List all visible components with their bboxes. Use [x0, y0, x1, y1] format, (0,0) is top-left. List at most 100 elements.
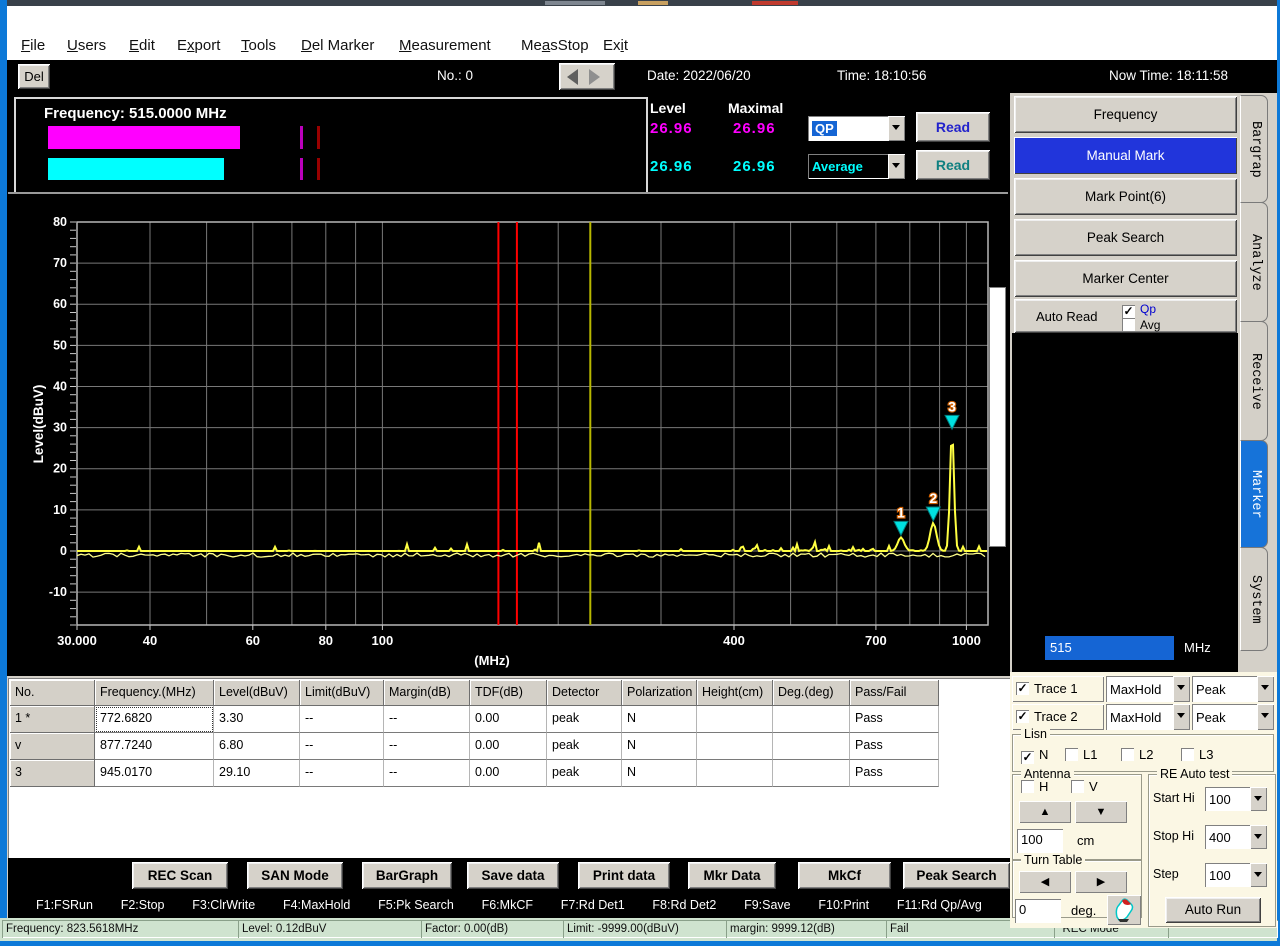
re-start-hi-select[interactable]: 100	[1205, 787, 1267, 811]
lisn-n-checkbox[interactable]: ✓	[1021, 751, 1034, 764]
detector2-select[interactable]: Average	[808, 154, 905, 179]
sidebar-button-mark-point-6-[interactable]: Mark Point(6)	[1014, 178, 1237, 215]
table-cell[interactable]: N	[622, 733, 697, 760]
table-cell[interactable]	[773, 706, 850, 733]
detector2-dropdown-icon[interactable]	[888, 154, 905, 179]
table-cell[interactable]: N	[622, 760, 697, 787]
trace-2-detector-select[interactable]: Peak	[1192, 704, 1274, 730]
fkey-f11[interactable]: F11:Rd Qp/Avg	[897, 893, 982, 918]
sidebar-button-marker-center[interactable]: Marker Center	[1014, 260, 1237, 297]
next-record-icon[interactable]	[589, 69, 600, 85]
antenna-height-input[interactable]: 100	[1017, 829, 1063, 853]
dropdown-icon[interactable]	[1257, 676, 1274, 702]
tab-receive[interactable]: Receive	[1240, 321, 1268, 441]
menu-item-measstop[interactable]: MeasStop	[521, 37, 589, 54]
trace-2-mode-select[interactable]: MaxHold	[1106, 704, 1190, 730]
table-cell[interactable]: Pass	[850, 733, 939, 760]
menu-item-export[interactable]: Export	[177, 37, 220, 54]
table-cell[interactable]: 0.00	[470, 733, 547, 760]
turntable-left-button[interactable]: ◀	[1019, 871, 1071, 893]
tab-system[interactable]: System	[1240, 547, 1268, 651]
table-cell[interactable]: peak	[547, 733, 622, 760]
table-cell[interactable]: --	[300, 760, 384, 787]
table-cell[interactable]: 772.6820	[95, 706, 214, 733]
table-cell[interactable]: peak	[547, 706, 622, 733]
button-save-data[interactable]: Save data	[467, 862, 559, 889]
turntable-angle-input[interactable]: 0	[1015, 899, 1061, 923]
table-cell[interactable]: N	[622, 706, 697, 733]
trace-toggle-1[interactable]: ✓Trace 1	[1012, 676, 1104, 702]
sidebar-button-frequency[interactable]: Frequency	[1014, 96, 1237, 133]
table-cell[interactable]: 0.00	[470, 706, 547, 733]
antenna-up-button[interactable]: ▲	[1019, 801, 1071, 823]
table-cell[interactable]	[697, 706, 773, 733]
antenna-h-checkbox[interactable]	[1021, 780, 1034, 793]
dropdown-icon[interactable]	[1250, 825, 1267, 849]
lisn-l2-checkbox[interactable]	[1121, 748, 1134, 761]
menu-item-exit[interactable]: Exit	[603, 37, 628, 54]
tab-marker[interactable]: Marker	[1240, 440, 1268, 548]
del-button[interactable]: Del	[18, 64, 50, 89]
fkey-f5[interactable]: F5:Pk Search	[378, 893, 454, 918]
table-cell[interactable]: --	[300, 733, 384, 760]
dropdown-icon[interactable]	[1250, 863, 1267, 887]
fkey-f4[interactable]: F4:MaxHold	[283, 893, 350, 918]
trace-1-mode-select[interactable]: MaxHold	[1106, 676, 1190, 702]
trace-1-detector-select[interactable]: Peak	[1192, 676, 1274, 702]
menu-item-edit[interactable]: Edit	[129, 37, 155, 54]
table-cell[interactable]: 877.7240	[95, 733, 214, 760]
dropdown-icon[interactable]	[1173, 704, 1190, 730]
table-cell[interactable]: 3.30	[214, 706, 300, 733]
button-rec-scan[interactable]: REC Scan	[132, 862, 228, 889]
menu-item-users[interactable]: Users	[67, 37, 106, 54]
button-print-data[interactable]: Print data	[578, 862, 670, 889]
table-cell[interactable]: --	[384, 760, 470, 787]
table-cell[interactable]: 6.80	[214, 733, 300, 760]
fkey-f7[interactable]: F7:Rd Det1	[561, 893, 625, 918]
table-cell[interactable]: 945.0170	[95, 760, 214, 787]
fkey-f1[interactable]: F1:FSRun	[36, 893, 93, 918]
tab-analyze[interactable]: Analyze	[1240, 202, 1268, 322]
table-cell[interactable]: --	[300, 706, 384, 733]
dropdown-icon[interactable]	[1173, 676, 1190, 702]
sidebar-button-peak-search[interactable]: Peak Search	[1014, 219, 1237, 256]
button-san-mode[interactable]: SAN Mode	[247, 862, 343, 889]
marker-frequency-input[interactable]: 515	[1045, 636, 1174, 660]
trace-1-checkbox[interactable]: ✓	[1016, 682, 1029, 695]
antenna-v-checkbox[interactable]	[1071, 780, 1084, 793]
table-cell[interactable]: 0.00	[470, 760, 547, 787]
lisn-l3-checkbox[interactable]	[1181, 748, 1194, 761]
table-cell[interactable]: peak	[547, 760, 622, 787]
table-cell[interactable]	[697, 760, 773, 787]
table-cell[interactable]: --	[384, 733, 470, 760]
dropdown-icon[interactable]	[1257, 704, 1274, 730]
detector1-select[interactable]: QP	[808, 116, 905, 141]
button-mkcf[interactable]: MkCf	[798, 862, 891, 889]
fkey-f9[interactable]: F9:Save	[744, 893, 791, 918]
turntable-right-button[interactable]: ▶	[1075, 871, 1127, 893]
menu-item-measurement[interactable]: Measurement	[399, 37, 491, 54]
table-cell[interactable]: v	[10, 733, 95, 760]
menu-item-del-marker[interactable]: Del Marker	[301, 37, 374, 54]
fkey-f10[interactable]: F10:Print	[818, 893, 869, 918]
checkbox-avg[interactable]	[1122, 318, 1135, 331]
table-cell[interactable]: 1 *	[10, 706, 95, 733]
antenna-down-button[interactable]: ▼	[1075, 801, 1127, 823]
table-cell[interactable]	[773, 733, 850, 760]
read-avg-button[interactable]: Read	[916, 150, 990, 180]
dropdown-icon[interactable]	[1250, 787, 1267, 811]
auto-run-button[interactable]: Auto Run	[1165, 897, 1261, 923]
menu-item-file[interactable]: File	[21, 37, 45, 54]
table-cell[interactable]: Pass	[850, 706, 939, 733]
table-cell[interactable]	[773, 760, 850, 787]
re-step-select[interactable]: 100	[1205, 863, 1267, 887]
re-stop-hi-select[interactable]: 400	[1205, 825, 1267, 849]
turntable-rotate-button[interactable]	[1107, 895, 1141, 925]
fkey-f3[interactable]: F3:ClrWrite	[192, 893, 255, 918]
prev-record-icon[interactable]	[567, 69, 578, 85]
fkey-f6[interactable]: F6:MkCF	[482, 893, 533, 918]
read-qp-button[interactable]: Read	[916, 112, 990, 142]
table-cell[interactable]: 3	[10, 760, 95, 787]
button-bargraph[interactable]: BarGraph	[362, 862, 452, 889]
button-mkr-data[interactable]: Mkr Data	[688, 862, 776, 889]
